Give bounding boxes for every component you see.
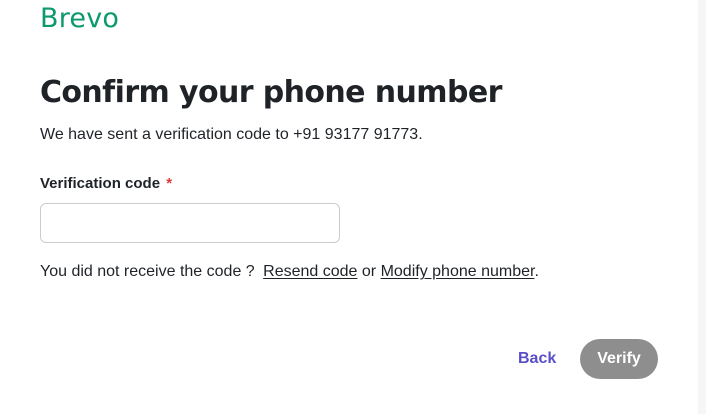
verify-phone-page: Brevo Confirm your phone number We have … [0,0,706,414]
verification-code-label: Verification code * [40,175,172,192]
page-edge-divider [698,0,706,414]
brevo-logo: Brevo [40,3,120,34]
resend-help-prefix: You did not receive the code ? [40,263,255,280]
required-marker: * [166,175,173,192]
resend-help-or: or [361,263,377,280]
resend-code-link[interactable]: Resend code [263,263,357,280]
verify-button[interactable]: Verify [580,339,658,379]
verification-code-label-text: Verification code [40,175,161,192]
page-title: Confirm your phone number [40,75,502,110]
resend-help-text: You did not receive the code ? Resend co… [40,263,539,281]
resend-help-suffix: . [534,263,539,280]
page-subtitle: We have sent a verification code to +91 … [40,126,423,143]
back-button[interactable]: Back [508,340,566,378]
modify-phone-number-link[interactable]: Modify phone number [381,263,535,280]
verification-code-input[interactable] [40,203,340,243]
